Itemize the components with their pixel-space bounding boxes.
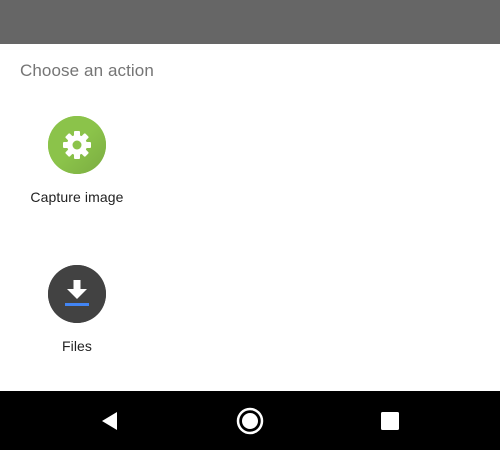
- back-icon: [102, 411, 117, 430]
- home-button[interactable]: [220, 391, 280, 450]
- chooser-bottom-sheet: Choose an action Capture image Files: [0, 44, 500, 391]
- sheet-title: Choose an action: [20, 61, 154, 80]
- action-label-capture-image: Capture image: [30, 189, 124, 205]
- download-icon: [48, 265, 106, 323]
- action-files[interactable]: Files: [12, 265, 142, 354]
- settings-gear-icon: [48, 116, 106, 174]
- navigation-bar: [0, 391, 500, 450]
- home-icon: [236, 407, 264, 434]
- recents-button[interactable]: [360, 391, 420, 450]
- recents-icon: [381, 411, 399, 430]
- action-capture-image[interactable]: Capture image: [12, 116, 142, 205]
- action-label-files: Files: [61, 338, 93, 354]
- dimmed-background-scrim[interactable]: [0, 0, 500, 44]
- back-button[interactable]: [80, 391, 140, 450]
